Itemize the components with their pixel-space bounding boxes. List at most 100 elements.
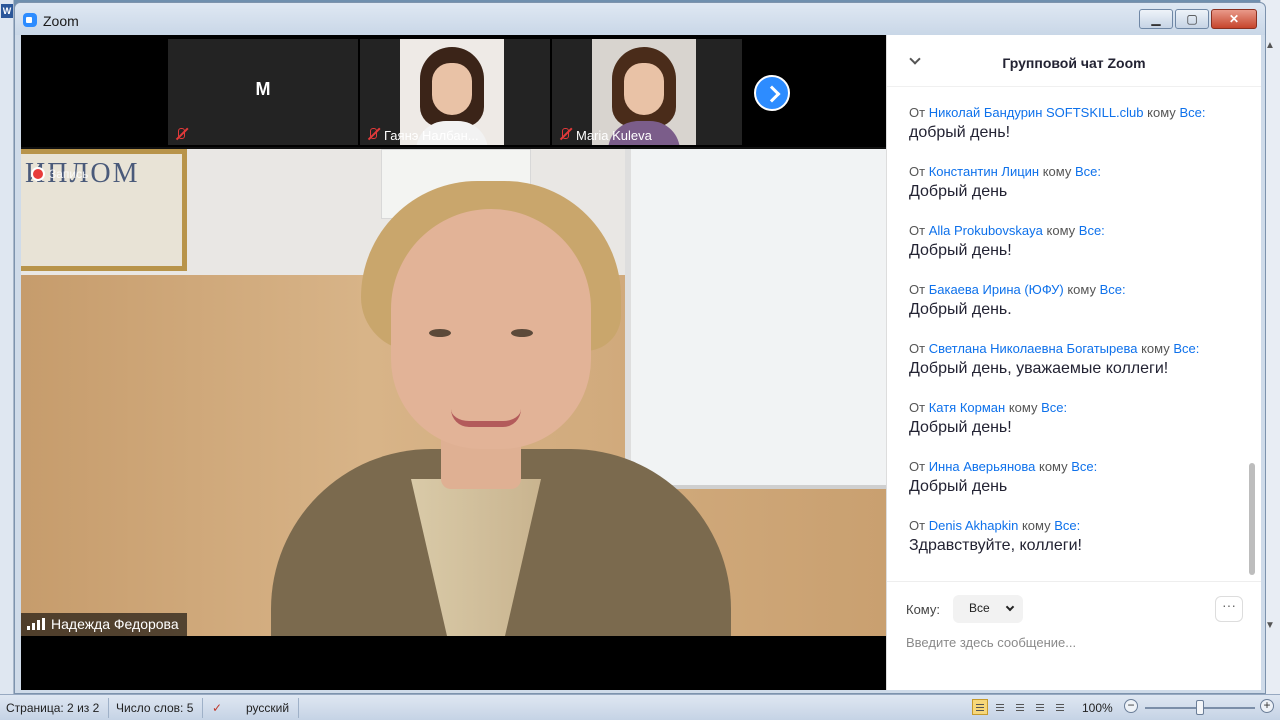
message-text: Добрый день [909,478,1008,495]
sender-name[interactable]: Николай Бандурин SOFTSKILL.club [929,105,1144,120]
zoom-window: Zoom ▁ ▢ ✕ M Гаянэ Налбан... Maria Kulev… [14,2,1266,694]
outline-view-icon[interactable] [1032,699,1048,715]
from-label: От [909,105,926,120]
mic-muted-icon [174,127,188,141]
scrollbar-thumb[interactable] [1249,463,1255,575]
chat-message: От Инна Аверьянова кому Все: Добрый день [909,459,1239,518]
to-word: кому [1046,223,1076,238]
to-word: кому [1147,105,1176,120]
message-text: добрый день! [909,124,1011,141]
recipient: Все: [1054,518,1081,533]
zoom-logo-icon [23,13,37,27]
language[interactable]: русский [246,701,289,715]
message-text: Добрый день [909,183,1008,200]
chat-messages: От Николай Бандурин SOFTSKILL.club кому … [909,105,1239,577]
zoom-out-button[interactable]: − [1124,699,1138,713]
to-word: кому [1042,164,1072,179]
sender-name[interactable]: Бакаева Ирина (ЮФУ) [929,282,1064,297]
chat-header: Групповой чат Zoom [887,35,1261,87]
window-title: Zoom [43,13,79,29]
mic-muted-icon [366,127,380,141]
whiteboard [625,149,886,489]
speaker-name: Надежда Федорова [51,616,179,632]
to-label: Кому: [906,602,940,617]
recipient-selected: Все [969,601,990,615]
recipient: Все: [1071,459,1098,474]
chevron-down-icon [1005,602,1015,612]
maximize-button[interactable]: ▢ [1175,9,1209,29]
participant-name: Гаянэ Налбан... [384,128,479,143]
signal-strength-icon [27,618,45,630]
active-speaker-video[interactable]: ИПЛОМ Запись Надежда Федорова [21,149,886,636]
chat-message: От Катя Корман кому Все: Добрый день! [909,400,1239,459]
to-word: кому [1067,282,1096,297]
print-layout-view-icon[interactable] [972,699,988,715]
to-word: кому [1141,341,1170,356]
page-count[interactable]: Страница: 2 из 2 [6,701,99,715]
sender-name[interactable]: Denis Akhapkin [929,518,1019,533]
recipient: Все: [1179,105,1206,120]
sender-name[interactable]: Alla Prokubovskaya [929,223,1043,238]
from-label: От [909,282,926,297]
maximize-icon: ▢ [1186,12,1198,26]
chat-message: От Alla Prokubovskaya кому Все: Добрый д… [909,223,1239,282]
message-input[interactable] [906,631,1236,653]
zoom-slider-thumb[interactable] [1196,700,1204,715]
close-button[interactable]: ✕ [1211,9,1257,29]
zoom-in-button[interactable]: + [1260,699,1274,713]
recording-indicator[interactable]: Запись [27,165,92,183]
minimize-button[interactable]: ▁ [1139,9,1173,29]
message-text: Добрый день! [909,419,1012,436]
message-text: Здравствуйте, коллеги! [909,537,1082,554]
word-status-bar: Страница: 2 из 2 Число слов: 5 ✓ русский… [0,694,1280,720]
sender-name[interactable]: Катя Корман [929,400,1006,415]
to-word: кому [1008,400,1038,415]
chat-message: От Denis Akhapkin кому Все: Здравствуйте… [909,518,1239,577]
title-bar: Zoom ▁ ▢ ✕ [15,3,1265,35]
record-icon [31,167,45,181]
participant-tile[interactable]: M [168,39,358,145]
gallery-strip: M Гаянэ Налбан... Maria Kuleva [21,35,886,147]
chat-message: От Светлана Николаевна Богатырева кому В… [909,341,1239,400]
chat-message: От Николай Бандурин SOFTSKILL.club кому … [909,105,1239,164]
chat-scrollbar[interactable] [1249,95,1255,575]
from-label: От [909,459,926,474]
to-word: кому [1038,459,1068,474]
sender-name[interactable]: Константин Лицин [929,164,1039,179]
recipient: Все: [1075,164,1102,179]
minimize-icon: ▁ [1151,12,1161,26]
word-window-edge-left: W [0,0,14,694]
recipient-dropdown[interactable]: Все [953,595,1023,623]
chat-message: От Бакаева Ирина (ЮФУ) кому Все: Добрый … [909,282,1239,341]
message-text: Добрый день, уважаемые коллеги! [909,360,1169,377]
from-label: От [909,400,926,415]
chat-message: От Константин Лицин кому Все: Добрый ден… [909,164,1239,223]
sender-name[interactable]: Инна Аверьянова [929,459,1036,474]
participant-initial: M [255,79,271,99]
participant-tile[interactable]: Maria Kuleva [552,39,742,145]
participant-tile[interactable]: Гаянэ Налбан... [360,39,550,145]
recipient: Все: [1173,341,1200,356]
recording-label: Запись [49,167,89,181]
zoom-level[interactable]: 100% [1082,701,1113,715]
from-label: От [909,164,926,179]
window-controls: ▁ ▢ ✕ [1139,9,1257,29]
recipient: Все: [1041,400,1068,415]
meeting-controls-area [21,636,886,690]
sender-name[interactable]: Светлана Николаевна Богатырева [929,341,1138,356]
word-count[interactable]: Число слов: 5 [116,701,193,715]
message-text: Добрый день! [909,242,1012,259]
next-page-button[interactable] [754,75,790,111]
proofing-icon[interactable]: ✓ [212,701,222,715]
full-screen-reading-view-icon[interactable] [992,699,1008,715]
recipient: Все: [1099,282,1126,297]
from-label: От [909,223,926,238]
web-layout-view-icon[interactable] [1012,699,1028,715]
scroll-up-icon[interactable]: ▲ [1265,40,1275,51]
from-label: От [909,518,926,533]
to-word: кому [1021,518,1051,533]
video-area: M Гаянэ Налбан... Maria Kuleva ИПЛОМ Зап… [21,35,886,690]
draft-view-icon[interactable] [1052,699,1068,715]
more-options-button[interactable]: ··· [1215,596,1243,622]
scroll-down-icon[interactable]: ▼ [1265,620,1275,631]
